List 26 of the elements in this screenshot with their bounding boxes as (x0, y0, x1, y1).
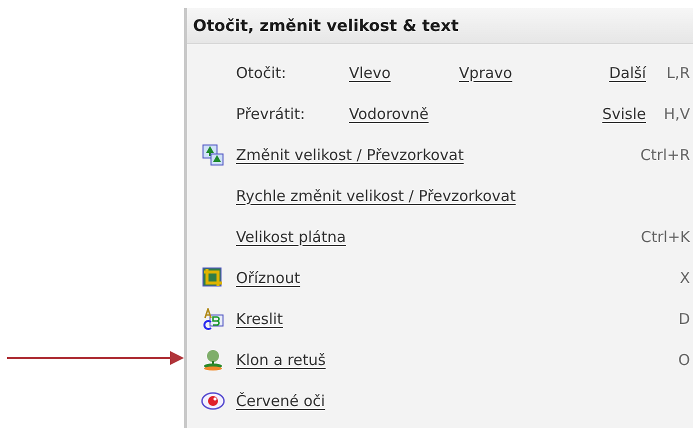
shortcut-label: O (677, 350, 690, 368)
letters-icon (202, 308, 224, 330)
crop-icon (202, 266, 224, 288)
option-label: Převrátit: (236, 104, 306, 122)
menu-link[interactable]: Rychle změnit velikost / Převzorkovat (236, 186, 690, 204)
shortcut-label: L,R (665, 64, 690, 82)
option-label: Otočit: (236, 64, 288, 82)
shortcut-label: H,V (662, 104, 690, 122)
menu-link[interactable]: Kreslit (236, 310, 646, 328)
stamp-icon (202, 348, 224, 370)
shortcut-label: D (677, 310, 690, 328)
menu-link[interactable]: Změnit velikost / Převzorkovat (236, 146, 630, 164)
shortcut-label: Ctrl+K (640, 228, 690, 246)
shortcut-label: X (678, 268, 690, 286)
menu-link[interactable]: Oříznout (236, 268, 646, 286)
menu-link[interactable]: Klon a retuš (236, 350, 646, 368)
menu-link[interactable]: Vpravo (459, 64, 512, 82)
menu-link[interactable]: Velikost plátna (236, 228, 631, 246)
menu-link[interactable]: Svisle (602, 104, 646, 122)
menu-link[interactable]: Další (609, 64, 646, 82)
menu-link[interactable]: Vodorovně (349, 104, 459, 122)
trees-icon (202, 144, 224, 166)
eye-icon (200, 392, 224, 410)
menu-link[interactable]: Vlevo (349, 64, 459, 82)
menu-link[interactable]: Červené oči (236, 392, 690, 410)
shortcut-label: Ctrl+R (640, 146, 690, 164)
